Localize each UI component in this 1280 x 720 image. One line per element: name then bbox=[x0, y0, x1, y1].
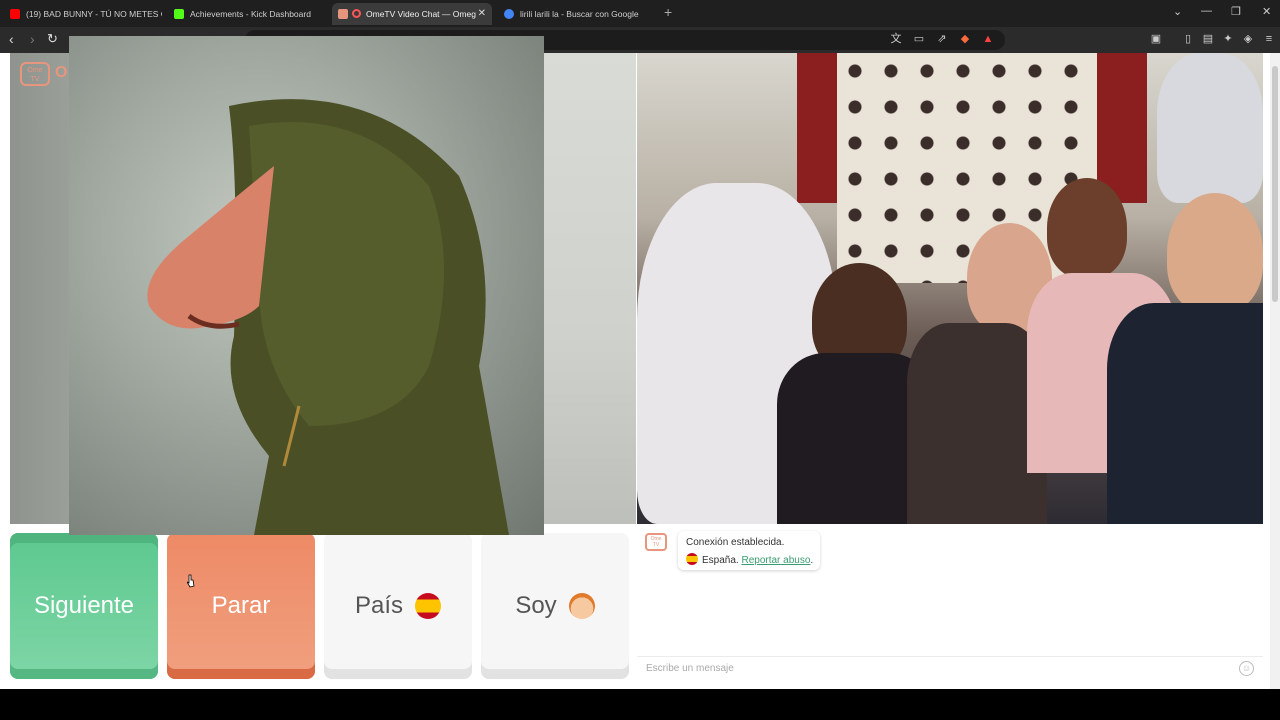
gender-button[interactable]: Soy bbox=[481, 533, 629, 679]
brave-shield-icon[interactable]: ◆ bbox=[959, 33, 971, 45]
person-body-4 bbox=[1107, 303, 1263, 524]
scrollbar-thumb[interactable] bbox=[1272, 66, 1278, 302]
tab-google[interactable]: lirili larili la - Buscar con Google bbox=[498, 3, 658, 25]
recording-icon bbox=[352, 9, 361, 18]
tab-title: OmeTV Video Chat — Omeg bbox=[366, 9, 476, 19]
emoji-icon[interactable]: ☺ bbox=[1239, 661, 1254, 676]
reload-button[interactable]: ↻ bbox=[47, 31, 58, 47]
boy-face-icon bbox=[568, 593, 595, 619]
youtube-icon bbox=[10, 9, 20, 19]
close-window-button[interactable]: ✕ bbox=[1262, 5, 1271, 18]
curtain-right bbox=[1097, 53, 1147, 203]
wallet-icon[interactable]: ▤ bbox=[1202, 33, 1214, 45]
partner-country: España. Reportar abuso. bbox=[686, 553, 813, 566]
spain-flag-icon bbox=[415, 593, 442, 619]
ometv-icon bbox=[338, 9, 348, 19]
next-button-label: Siguiente bbox=[33, 592, 135, 619]
tab-title: Achievements - Kick Dashboard bbox=[190, 9, 311, 19]
close-tab-icon[interactable]: ✕ bbox=[478, 3, 486, 25]
vpn-icon[interactable]: ◈ bbox=[1242, 33, 1254, 45]
translate-icon[interactable]: 文 bbox=[890, 33, 902, 45]
tab-ometv[interactable]: OmeTV Video Chat — Omeg ✕ bbox=[332, 3, 492, 25]
person-beanie bbox=[1157, 53, 1263, 203]
rewards-icon[interactable]: ▲ bbox=[982, 33, 994, 45]
tab-strip: (19) BAD BUNNY - TÚ NO METES CA Achievem… bbox=[0, 0, 1280, 27]
google-icon bbox=[504, 9, 514, 19]
hooded-nose-illustration bbox=[147, 99, 509, 535]
report-abuse-link[interactable]: Reportar abuso bbox=[741, 555, 810, 566]
tab-search-icon[interactable]: ⌄ bbox=[1173, 5, 1182, 18]
bottom-bar bbox=[0, 689, 1280, 720]
back-button[interactable]: ‹ bbox=[9, 31, 14, 47]
ometv-logo: Ome TV bbox=[20, 62, 50, 86]
person-face-4 bbox=[1167, 193, 1263, 313]
sidebar-icon[interactable]: ▯ bbox=[1182, 33, 1194, 45]
extensions-icon[interactable]: ▣ bbox=[1150, 33, 1162, 45]
kick-icon bbox=[174, 9, 184, 19]
message-input[interactable] bbox=[644, 660, 1224, 676]
stop-button-label: Parar bbox=[211, 592, 271, 619]
leo-icon[interactable]: ✦ bbox=[1222, 33, 1234, 45]
person-face-3 bbox=[1047, 178, 1127, 278]
country-button-label: País bbox=[354, 592, 404, 619]
tab-title: lirili larili la - Buscar con Google bbox=[520, 9, 639, 19]
tab-kick[interactable]: Achievements - Kick Dashboard bbox=[168, 3, 328, 25]
new-tab-button[interactable]: + bbox=[664, 4, 672, 20]
overlay-image bbox=[69, 36, 544, 535]
next-button[interactable]: Siguiente bbox=[10, 533, 158, 679]
report-suffix: . bbox=[810, 555, 814, 566]
stop-button[interactable]: Parar bbox=[167, 533, 315, 679]
country-name: España. bbox=[702, 555, 739, 566]
gender-button-label: Soy bbox=[515, 592, 557, 619]
forward-button[interactable]: › bbox=[30, 31, 35, 47]
person-body-2 bbox=[907, 323, 1047, 524]
ometv-logo-text-icon: O bbox=[55, 64, 68, 81]
remote-video bbox=[637, 53, 1263, 524]
share-icon[interactable]: ⇗ bbox=[936, 33, 948, 45]
menu-icon[interactable]: ≡ bbox=[1263, 33, 1275, 45]
connection-status: Conexión establecida. bbox=[686, 537, 785, 548]
tab-title: (19) BAD BUNNY - TÚ NO METES CA bbox=[26, 9, 162, 19]
minimize-button[interactable]: — bbox=[1201, 5, 1212, 17]
tab-youtube[interactable]: (19) BAD BUNNY - TÚ NO METES CA bbox=[4, 3, 162, 25]
country-button[interactable]: País bbox=[324, 533, 472, 679]
mouse-cursor-icon bbox=[187, 574, 195, 588]
cast-icon[interactable]: ▭ bbox=[913, 33, 925, 45]
spain-flag-icon bbox=[686, 553, 698, 565]
maximize-button[interactable]: ❐ bbox=[1231, 5, 1241, 18]
system-message: Conexión establecida. España. Reportar a… bbox=[678, 531, 820, 570]
ometv-chat-logo: Ome TV bbox=[645, 533, 667, 551]
